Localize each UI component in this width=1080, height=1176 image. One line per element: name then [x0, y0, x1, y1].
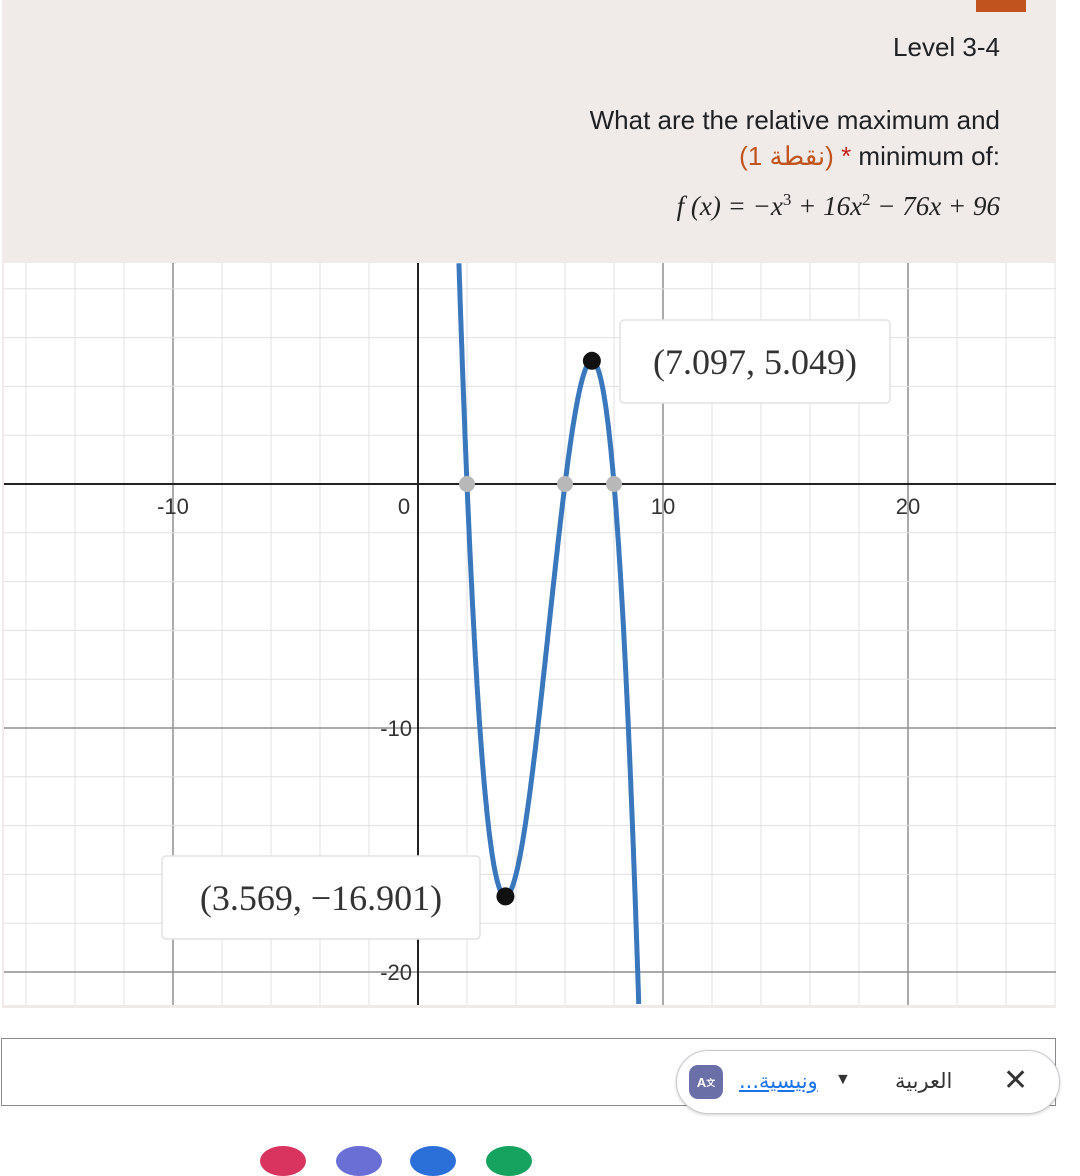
source-language-label[interactable]: العربية	[895, 1069, 952, 1093]
x-tick-label: -10	[157, 494, 189, 519]
x-tick-label: 10	[651, 494, 675, 519]
formula-eq: =	[727, 191, 746, 221]
formula-exp1: 3	[782, 190, 792, 209]
translate-bar: A文 ...ونيسية ▼ العربية ✕	[676, 1050, 1060, 1114]
min-point	[496, 887, 515, 906]
min-label: (3.569, −16.901)	[200, 878, 442, 918]
y-tick-label: -10	[380, 716, 412, 741]
max-label-box: (7.097, 5.049)	[619, 319, 891, 404]
close-icon[interactable]: ✕	[1003, 1063, 1028, 1098]
color-dot-red	[260, 1146, 306, 1176]
chevron-down-icon[interactable]: ▼	[835, 1071, 851, 1089]
function-formula: f (x) = −x3 + 16x2 − 76x + 96	[677, 190, 1000, 222]
formula-term3: 76x	[902, 191, 942, 221]
required-mark: *	[841, 141, 852, 171]
question-line2-text: minimum of:	[858, 141, 1000, 171]
level-label: Level 3-4	[893, 32, 1000, 62]
y-tick-label: -20	[380, 960, 412, 985]
min-label-box: (3.569, −16.901)	[161, 855, 481, 940]
formula-op3: +	[948, 191, 967, 221]
formula-op1: +	[798, 191, 817, 221]
question-text: What are the relative maximum and (1 نقط…	[440, 102, 1000, 174]
color-dot-green	[486, 1146, 532, 1176]
function-graph: -10 0 10 20 -10 -20 (7.097, 5.049) (3.569, −1…	[4, 263, 1056, 1005]
formula-term2: 16x	[823, 191, 863, 221]
color-dot-purple	[336, 1146, 382, 1176]
zero-point	[557, 476, 573, 492]
max-point	[582, 351, 601, 370]
formula-op2: −	[877, 191, 896, 221]
max-label: (7.097, 5.049)	[653, 342, 857, 382]
target-language-link[interactable]: ...ونيسية	[739, 1069, 818, 1093]
question-line2: (1 نقطة) * minimum of:	[440, 138, 1000, 174]
zero-point	[606, 476, 622, 492]
question-line1: What are the relative maximum and	[589, 105, 1000, 135]
formula-lhs: f (x)	[676, 191, 721, 221]
zero-point	[459, 476, 475, 492]
formula-term1: −x	[752, 191, 783, 221]
formula-exp2: 2	[862, 190, 871, 209]
translate-icon[interactable]: A文	[689, 1065, 723, 1099]
x-tick-label: 20	[896, 494, 920, 519]
x-tick-label: 0	[398, 494, 410, 519]
points-label: (1 نقطة)	[739, 141, 834, 171]
formula-term4: 96	[973, 191, 1000, 221]
color-dot-blue	[410, 1146, 456, 1176]
accent-tab	[976, 0, 1026, 12]
